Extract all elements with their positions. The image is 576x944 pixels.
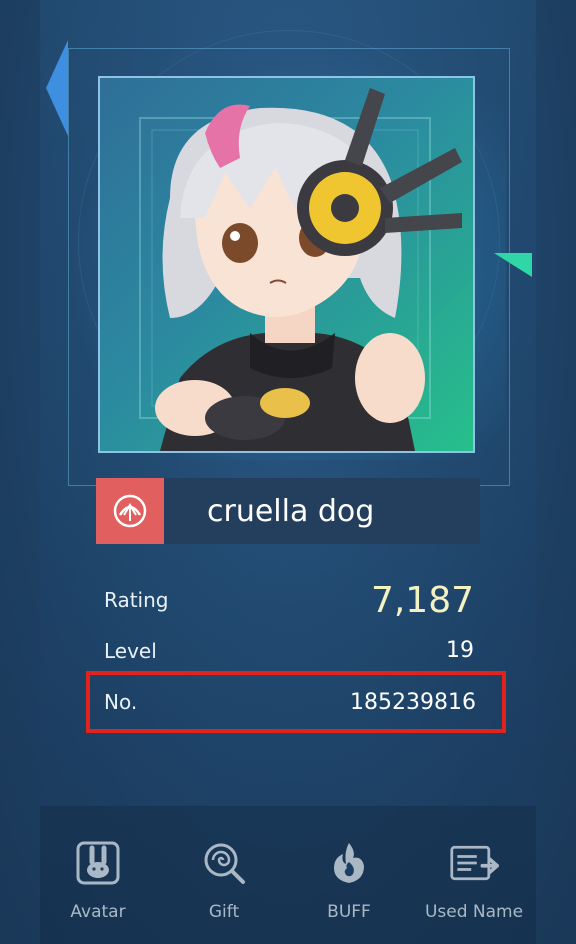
left-arrow-decoration (46, 40, 68, 136)
level-label: Level (104, 639, 157, 663)
flame-icon (324, 838, 374, 888)
anime-girl-avatar-icon (139, 88, 462, 451)
id-card-icon (449, 838, 499, 888)
nav-avatar-button[interactable]: Avatar (33, 838, 163, 928)
nav-gift-button[interactable]: Gift (159, 838, 289, 928)
nav-used-name-label: Used Name (424, 902, 524, 922)
level-value: 19 (446, 638, 474, 663)
avatar[interactable] (98, 76, 475, 453)
nav-avatar-label: Avatar (70, 902, 126, 922)
right-triangle-decoration (494, 253, 532, 277)
nav-buff-button[interactable]: BUFF (284, 838, 414, 928)
nav-buff-label: BUFF (327, 902, 371, 922)
rabbit-icon (73, 838, 123, 888)
lollipop-icon (199, 838, 249, 888)
rating-label: Rating (104, 588, 169, 612)
nav-used-name-button[interactable]: Used Name (409, 838, 539, 928)
player-number-highlight (86, 671, 506, 733)
rating-value: 7,187 (370, 580, 474, 621)
shell-emblem-icon (113, 494, 147, 528)
emblem-badge[interactable] (96, 478, 164, 544)
player-name: cruella dog (207, 494, 375, 529)
nav-gift-label: Gift (208, 902, 240, 922)
